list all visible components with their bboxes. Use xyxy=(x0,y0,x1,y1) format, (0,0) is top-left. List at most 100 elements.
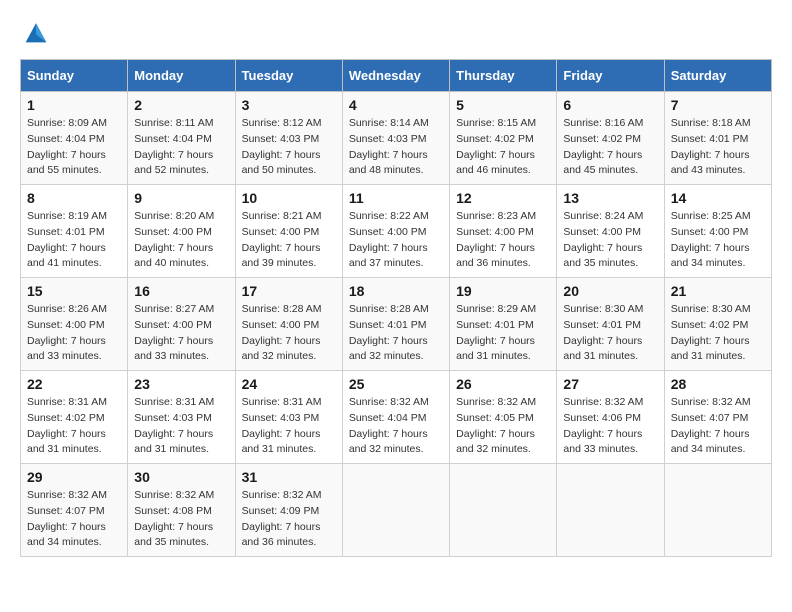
sunset-label: Sunset: 4:09 PM xyxy=(242,505,320,517)
sunrise-label: Sunrise: 8:24 AM xyxy=(563,210,643,222)
sunrise-label: Sunrise: 8:32 AM xyxy=(671,396,751,408)
sunset-label: Sunset: 4:04 PM xyxy=(27,133,105,145)
daylight-label: Daylight: 7 hours and 32 minutes. xyxy=(242,335,321,363)
sunset-label: Sunset: 4:00 PM xyxy=(349,226,427,238)
sunrise-label: Sunrise: 8:12 AM xyxy=(242,117,322,129)
day-cell: 18 Sunrise: 8:28 AM Sunset: 4:01 PM Dayl… xyxy=(342,278,449,371)
sunset-label: Sunset: 4:06 PM xyxy=(563,412,641,424)
day-cell: 2 Sunrise: 8:11 AM Sunset: 4:04 PM Dayli… xyxy=(128,92,235,185)
daylight-label: Daylight: 7 hours and 31 minutes. xyxy=(242,428,321,456)
week-row-2: 8 Sunrise: 8:19 AM Sunset: 4:01 PM Dayli… xyxy=(21,185,772,278)
sunset-label: Sunset: 4:03 PM xyxy=(242,133,320,145)
day-cell: 1 Sunrise: 8:09 AM Sunset: 4:04 PM Dayli… xyxy=(21,92,128,185)
day-number: 5 xyxy=(456,97,550,113)
sunrise-label: Sunrise: 8:16 AM xyxy=(563,117,643,129)
day-header-friday: Friday xyxy=(557,60,664,92)
day-info: Sunrise: 8:19 AM Sunset: 4:01 PM Dayligh… xyxy=(27,209,121,272)
day-number: 23 xyxy=(134,376,228,392)
day-info: Sunrise: 8:22 AM Sunset: 4:00 PM Dayligh… xyxy=(349,209,443,272)
daylight-label: Daylight: 7 hours and 34 minutes. xyxy=(671,428,750,456)
sunrise-label: Sunrise: 8:27 AM xyxy=(134,303,214,315)
day-number: 21 xyxy=(671,283,765,299)
sunrise-label: Sunrise: 8:22 AM xyxy=(349,210,429,222)
week-row-3: 15 Sunrise: 8:26 AM Sunset: 4:00 PM Dayl… xyxy=(21,278,772,371)
sunrise-label: Sunrise: 8:26 AM xyxy=(27,303,107,315)
sunset-label: Sunset: 4:00 PM xyxy=(563,226,641,238)
day-cell: 8 Sunrise: 8:19 AM Sunset: 4:01 PM Dayli… xyxy=(21,185,128,278)
sunrise-label: Sunrise: 8:28 AM xyxy=(242,303,322,315)
day-cell: 17 Sunrise: 8:28 AM Sunset: 4:00 PM Dayl… xyxy=(235,278,342,371)
day-header-saturday: Saturday xyxy=(664,60,771,92)
sunset-label: Sunset: 4:03 PM xyxy=(134,412,212,424)
day-info: Sunrise: 8:27 AM Sunset: 4:00 PM Dayligh… xyxy=(134,302,228,365)
day-info: Sunrise: 8:25 AM Sunset: 4:00 PM Dayligh… xyxy=(671,209,765,272)
sunset-label: Sunset: 4:08 PM xyxy=(134,505,212,517)
day-number: 17 xyxy=(242,283,336,299)
daylight-label: Daylight: 7 hours and 32 minutes. xyxy=(349,335,428,363)
day-number: 14 xyxy=(671,190,765,206)
sunset-label: Sunset: 4:00 PM xyxy=(456,226,534,238)
day-cell: 29 Sunrise: 8:32 AM Sunset: 4:07 PM Dayl… xyxy=(21,464,128,557)
sunrise-label: Sunrise: 8:30 AM xyxy=(563,303,643,315)
day-number: 16 xyxy=(134,283,228,299)
day-cell: 23 Sunrise: 8:31 AM Sunset: 4:03 PM Dayl… xyxy=(128,371,235,464)
day-cell: 10 Sunrise: 8:21 AM Sunset: 4:00 PM Dayl… xyxy=(235,185,342,278)
daylight-label: Daylight: 7 hours and 46 minutes. xyxy=(456,149,535,177)
sunrise-label: Sunrise: 8:19 AM xyxy=(27,210,107,222)
day-number: 30 xyxy=(134,469,228,485)
sunrise-label: Sunrise: 8:32 AM xyxy=(456,396,536,408)
day-cell: 30 Sunrise: 8:32 AM Sunset: 4:08 PM Dayl… xyxy=(128,464,235,557)
day-info: Sunrise: 8:32 AM Sunset: 4:07 PM Dayligh… xyxy=(671,395,765,458)
sunset-label: Sunset: 4:02 PM xyxy=(27,412,105,424)
day-number: 3 xyxy=(242,97,336,113)
day-cell: 21 Sunrise: 8:30 AM Sunset: 4:02 PM Dayl… xyxy=(664,278,771,371)
day-number: 11 xyxy=(349,190,443,206)
sunrise-label: Sunrise: 8:29 AM xyxy=(456,303,536,315)
sunrise-label: Sunrise: 8:32 AM xyxy=(134,489,214,501)
day-info: Sunrise: 8:14 AM Sunset: 4:03 PM Dayligh… xyxy=(349,116,443,179)
day-info: Sunrise: 8:32 AM Sunset: 4:05 PM Dayligh… xyxy=(456,395,550,458)
daylight-label: Daylight: 7 hours and 48 minutes. xyxy=(349,149,428,177)
sunrise-label: Sunrise: 8:23 AM xyxy=(456,210,536,222)
day-info: Sunrise: 8:29 AM Sunset: 4:01 PM Dayligh… xyxy=(456,302,550,365)
sunrise-label: Sunrise: 8:15 AM xyxy=(456,117,536,129)
day-info: Sunrise: 8:20 AM Sunset: 4:00 PM Dayligh… xyxy=(134,209,228,272)
sunrise-label: Sunrise: 8:28 AM xyxy=(349,303,429,315)
day-cell: 22 Sunrise: 8:31 AM Sunset: 4:02 PM Dayl… xyxy=(21,371,128,464)
daylight-label: Daylight: 7 hours and 35 minutes. xyxy=(134,521,213,549)
day-number: 9 xyxy=(134,190,228,206)
daylight-label: Daylight: 7 hours and 34 minutes. xyxy=(671,242,750,270)
sunrise-label: Sunrise: 8:21 AM xyxy=(242,210,322,222)
sunset-label: Sunset: 4:02 PM xyxy=(671,319,749,331)
day-number: 2 xyxy=(134,97,228,113)
daylight-label: Daylight: 7 hours and 31 minutes. xyxy=(563,335,642,363)
sunrise-label: Sunrise: 8:32 AM xyxy=(27,489,107,501)
day-cell: 7 Sunrise: 8:18 AM Sunset: 4:01 PM Dayli… xyxy=(664,92,771,185)
day-info: Sunrise: 8:28 AM Sunset: 4:00 PM Dayligh… xyxy=(242,302,336,365)
days-header-row: SundayMondayTuesdayWednesdayThursdayFrid… xyxy=(21,60,772,92)
day-cell: 19 Sunrise: 8:29 AM Sunset: 4:01 PM Dayl… xyxy=(450,278,557,371)
sunset-label: Sunset: 4:03 PM xyxy=(349,133,427,145)
day-info: Sunrise: 8:28 AM Sunset: 4:01 PM Dayligh… xyxy=(349,302,443,365)
sunrise-label: Sunrise: 8:11 AM xyxy=(134,117,213,129)
day-cell: 12 Sunrise: 8:23 AM Sunset: 4:00 PM Dayl… xyxy=(450,185,557,278)
day-info: Sunrise: 8:32 AM Sunset: 4:07 PM Dayligh… xyxy=(27,488,121,551)
sunrise-label: Sunrise: 8:31 AM xyxy=(27,396,107,408)
day-number: 18 xyxy=(349,283,443,299)
daylight-label: Daylight: 7 hours and 39 minutes. xyxy=(242,242,321,270)
day-header-monday: Monday xyxy=(128,60,235,92)
sunset-label: Sunset: 4:02 PM xyxy=(563,133,641,145)
day-header-tuesday: Tuesday xyxy=(235,60,342,92)
day-number: 19 xyxy=(456,283,550,299)
daylight-label: Daylight: 7 hours and 35 minutes. xyxy=(563,242,642,270)
day-info: Sunrise: 8:30 AM Sunset: 4:02 PM Dayligh… xyxy=(671,302,765,365)
day-number: 10 xyxy=(242,190,336,206)
day-cell: 27 Sunrise: 8:32 AM Sunset: 4:06 PM Dayl… xyxy=(557,371,664,464)
day-cell: 14 Sunrise: 8:25 AM Sunset: 4:00 PM Dayl… xyxy=(664,185,771,278)
daylight-label: Daylight: 7 hours and 33 minutes. xyxy=(27,335,106,363)
day-info: Sunrise: 8:11 AM Sunset: 4:04 PM Dayligh… xyxy=(134,116,228,179)
sunset-label: Sunset: 4:00 PM xyxy=(242,226,320,238)
sunrise-label: Sunrise: 8:32 AM xyxy=(349,396,429,408)
day-cell: 28 Sunrise: 8:32 AM Sunset: 4:07 PM Dayl… xyxy=(664,371,771,464)
day-number: 6 xyxy=(563,97,657,113)
